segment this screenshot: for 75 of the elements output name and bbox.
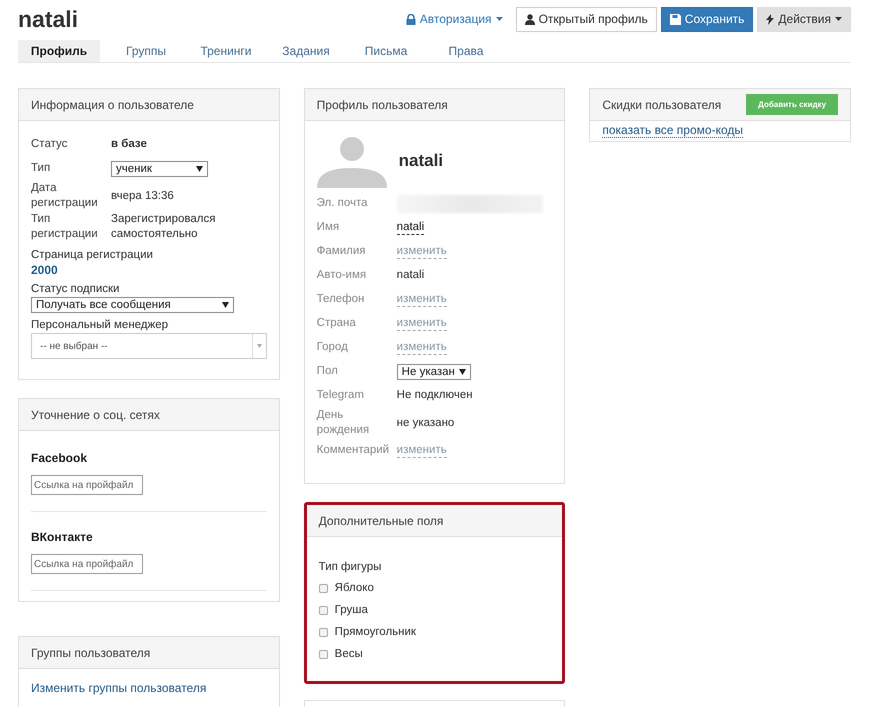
profile-link-field[interactable]: Ссылка на пройфайл [31,475,143,495]
tab[interactable]: Задания [266,40,346,62]
checkbox-label: Груша [334,604,368,616]
info-label: Страница регистрации [31,249,154,261]
user-name-title: natali [18,6,78,32]
profile-value: не указано [396,416,454,430]
edit-link[interactable]: изменить [396,316,447,330]
edit-groups-link[interactable]: Изменить группы пользователя [31,681,267,695]
action-button[interactable]: Открытый профиль [516,6,657,32]
profile-label: День рождения [316,408,370,438]
edit-link[interactable]: изменить [396,244,447,258]
action-button[interactable]: Сохранить [660,6,754,32]
tab[interactable]: Тренинги [186,40,266,62]
info-label: Тип регистрации [31,212,99,242]
dropdown-arrow-icon [458,368,466,374]
tab[interactable]: Профиль [18,40,100,62]
info-label: Дата регистрации [31,181,99,211]
gender-select[interactable]: Не указан [396,364,471,380]
promo-codes-link[interactable]: показать все промо-коды [602,124,743,138]
checkbox[interactable] [318,628,328,636]
name-link[interactable]: natali [396,220,424,234]
profile-label: Телефон [316,292,366,307]
checkbox[interactable] [318,584,328,592]
profile-label: Страна [316,316,357,331]
profile-label: Telegram [316,388,365,403]
type-select[interactable]: ученик [111,160,208,176]
tab[interactable]: Группы [106,40,186,62]
tab[interactable]: Письма [346,40,426,62]
profile-label: Пол [316,364,339,379]
subscription-select[interactable]: Получать все сообщения [31,297,234,313]
info-label: Персональный менеджер [31,319,170,331]
profile-label: Комментарий [316,443,390,458]
profile-link-field[interactable]: Ссылка на пройфайл [31,554,143,574]
network-name: Facebook [31,451,88,465]
dropdown-arrow-icon [222,302,229,308]
dropdown-arrow-icon [256,344,262,348]
lock-icon [406,14,416,24]
panel-title: Скидки пользователя [602,98,722,112]
panel-title: Информация о пользователе [31,98,194,112]
floppy-icon [670,14,681,24]
edit-link[interactable]: изменить [396,340,447,354]
checkbox-label: Весы [334,648,363,660]
profile-value: natali [396,268,424,283]
dropdown-arrow-icon [196,166,203,172]
bolt-icon [766,14,774,24]
info-value: Зарегистрировался самостоятельно [111,212,216,242]
panel-title: Уточнение о соц. сетях [31,408,160,422]
action-button[interactable]: Действия [757,6,851,32]
profile-label: Фамилия [316,244,367,259]
profile-label: Имя [316,220,340,235]
user-icon [524,14,535,24]
profile-label: Авто-имя [316,268,368,283]
checkbox-label: Прямоугольник [334,626,416,638]
info-value: вчера 13:36 [111,188,174,204]
manager-select[interactable]: -- не выбран -- [31,333,267,359]
profile-name: natali [398,150,444,170]
registration-page-link[interactable]: 2000 [31,263,267,277]
field-group-label: Тип фигуры [318,561,382,573]
panel-title: Профиль пользователя [316,98,448,112]
tab[interactable]: Права [426,40,506,62]
network-name: ВКонтакте [31,530,94,544]
edit-link[interactable]: изменить [396,444,447,458]
info-label: Статус подписки [31,283,120,295]
info-label: Статус [31,137,68,152]
profile-value: Не подключен [396,388,473,403]
info-value: в базе [111,137,147,152]
info-label: Тип [31,161,52,176]
checkbox-label: Яблоко [334,582,374,594]
profile-label: Город [316,340,349,355]
panel-title: Группы пользователя [31,646,150,660]
checkbox[interactable] [318,606,328,614]
panel-title: Дополнительные поля [318,514,444,528]
edit-link[interactable]: изменить [396,292,447,306]
checkbox[interactable] [318,650,328,658]
profile-label: Эл. почта [316,196,369,211]
